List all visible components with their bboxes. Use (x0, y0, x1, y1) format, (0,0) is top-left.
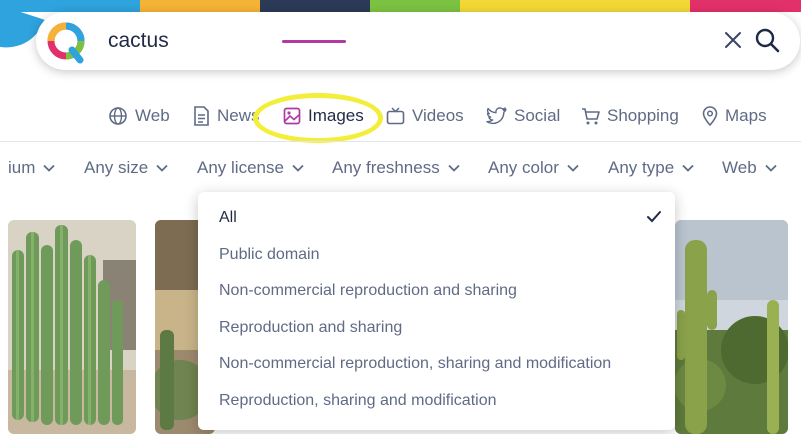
top-color-band (0, 0, 801, 12)
license-option-public-domain[interactable]: Public domain (219, 246, 320, 264)
filter-medium-label: ium (8, 158, 36, 177)
tab-images-label: Images (308, 106, 364, 125)
filter-source[interactable]: Web (722, 158, 777, 178)
chevron-down-icon (292, 164, 304, 172)
cactus-photo (675, 220, 788, 434)
tab-news-label: News (217, 106, 260, 125)
filter-size[interactable]: Any size (84, 158, 168, 178)
filter-source-label: Web (722, 158, 757, 177)
tab-social-label: Social (514, 106, 561, 125)
tab-maps[interactable]: Maps (702, 106, 767, 126)
filter-medium[interactable]: ium (8, 158, 56, 178)
tv-icon (386, 107, 405, 125)
document-icon (194, 106, 209, 126)
chevron-down-icon (567, 164, 579, 172)
filter-freshness-label: Any freshness (332, 158, 440, 177)
cart-icon (582, 107, 600, 124)
chevron-down-icon (682, 164, 694, 172)
filter-type-label: Any type (608, 158, 675, 177)
tab-shopping[interactable]: Shopping (581, 106, 679, 126)
chevron-down-icon (765, 164, 777, 172)
tab-videos[interactable]: Videos (386, 106, 464, 126)
tab-maps-label: Maps (725, 106, 767, 125)
twitter-icon (486, 107, 507, 125)
license-option-all[interactable]: All (219, 209, 237, 227)
qwant-logo-icon (47, 22, 85, 64)
map-pin-icon (702, 106, 718, 126)
filter-type[interactable]: Any type (608, 158, 694, 178)
tab-web-label: Web (135, 106, 170, 125)
filter-bar: ium Any size Any license Any freshness A… (0, 150, 801, 186)
more-tabs-icon[interactable]: ⋮ (794, 106, 801, 127)
divider (0, 141, 801, 142)
filter-license-label: Any license (197, 158, 284, 177)
license-option-noncommercial-modification[interactable]: Non-commercial reproduction, sharing and… (219, 355, 611, 373)
filter-color-label: Any color (488, 158, 559, 177)
tab-videos-label: Videos (412, 106, 464, 125)
image-result-1[interactable] (8, 220, 136, 434)
cactus-photo (8, 220, 136, 434)
filter-freshness[interactable]: Any freshness (332, 158, 460, 178)
license-option-modification[interactable]: Reproduction, sharing and modification (219, 392, 497, 410)
category-tabs: Web News Images Videos Social Shopping M… (0, 98, 801, 138)
filter-size-label: Any size (84, 158, 149, 177)
search-bar[interactable]: cactus (36, 12, 800, 70)
license-option-noncommercial-sharing[interactable]: Non-commercial reproduction and sharing (219, 282, 517, 300)
license-dropdown-menu: All Public domain Non-commercial reprodu… (198, 192, 675, 430)
chevron-down-icon (43, 164, 56, 172)
active-tab-indicator (282, 40, 346, 43)
chevron-down-icon (156, 164, 168, 172)
tab-shopping-label: Shopping (607, 106, 679, 125)
tab-images[interactable]: Images (283, 106, 364, 126)
tab-web[interactable]: Web (108, 106, 170, 126)
search-icon[interactable] (754, 27, 780, 53)
image-result-3[interactable] (675, 220, 788, 434)
tab-social[interactable]: Social (486, 106, 560, 126)
globe-icon (109, 107, 127, 125)
checkmark-icon (647, 211, 661, 223)
search-input[interactable]: cactus (108, 29, 169, 53)
image-icon (283, 107, 301, 125)
close-icon[interactable] (722, 29, 744, 51)
filter-license[interactable]: Any license (197, 158, 304, 178)
filter-color[interactable]: Any color (488, 158, 579, 178)
tab-news[interactable]: News (193, 106, 260, 126)
chevron-down-icon (448, 164, 460, 172)
license-option-sharing[interactable]: Reproduction and sharing (219, 319, 402, 337)
